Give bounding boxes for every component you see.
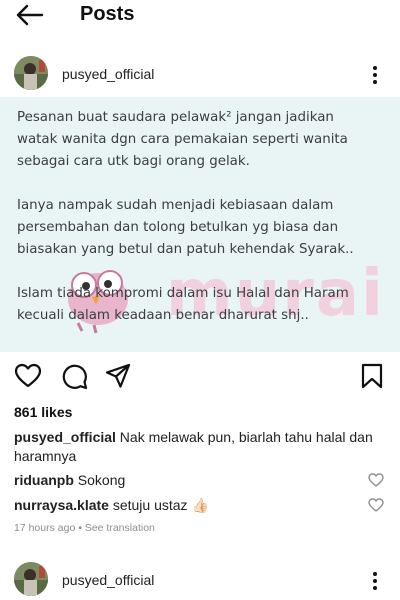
comment-text: Sokong [73, 472, 126, 488]
post-actions [0, 362, 400, 392]
comment-icon[interactable] [60, 362, 88, 390]
arrow-left-icon[interactable] [14, 3, 44, 27]
comment-username[interactable]: riduanpb [14, 472, 74, 488]
heart-icon[interactable] [14, 362, 42, 390]
caption-comment: pusyed_official Nak melawak pun, biarlah… [14, 428, 394, 466]
post-username[interactable]: pusyed_official [62, 572, 154, 588]
comment-username[interactable]: pusyed_official [14, 429, 116, 445]
post-username[interactable]: pusyed_official [62, 66, 154, 82]
top-bar: Posts [0, 0, 400, 32]
see-translation-link[interactable]: See translation [85, 522, 155, 534]
post-caption-text: Pesanan buat saudara pelawak² jangan jad… [17, 110, 354, 323]
post-image[interactable]: murai Pesanan buat saudara pelawak² jang… [0, 97, 400, 352]
meta-separator: • [75, 522, 85, 534]
post-header: pusyed_official [0, 56, 400, 96]
post-meta: 17 hours ago • See translation [14, 522, 155, 534]
likes-count[interactable]: 861 likes [14, 404, 72, 420]
comment-like-icon[interactable] [368, 473, 384, 487]
comment-username[interactable]: nurraysa.klate [14, 497, 109, 513]
avatar[interactable] [14, 562, 48, 596]
page-title: Posts [80, 3, 135, 25]
comment-row: nurraysa.klate setuju ustaz 👍🏻 [14, 497, 354, 514]
comment-like-icon[interactable] [368, 498, 384, 512]
avatar[interactable] [14, 56, 48, 90]
comment-text: setuju ustaz 👍🏻 [108, 497, 209, 513]
more-options-icon[interactable] [370, 64, 380, 86]
next-post-header: pusyed_official [0, 562, 400, 598]
bookmark-icon[interactable] [358, 362, 386, 390]
more-options-icon[interactable] [370, 570, 380, 592]
post-timestamp: 17 hours ago [14, 522, 76, 534]
comment-row: riduanpb Sokong [14, 472, 354, 488]
share-icon[interactable] [104, 362, 132, 390]
